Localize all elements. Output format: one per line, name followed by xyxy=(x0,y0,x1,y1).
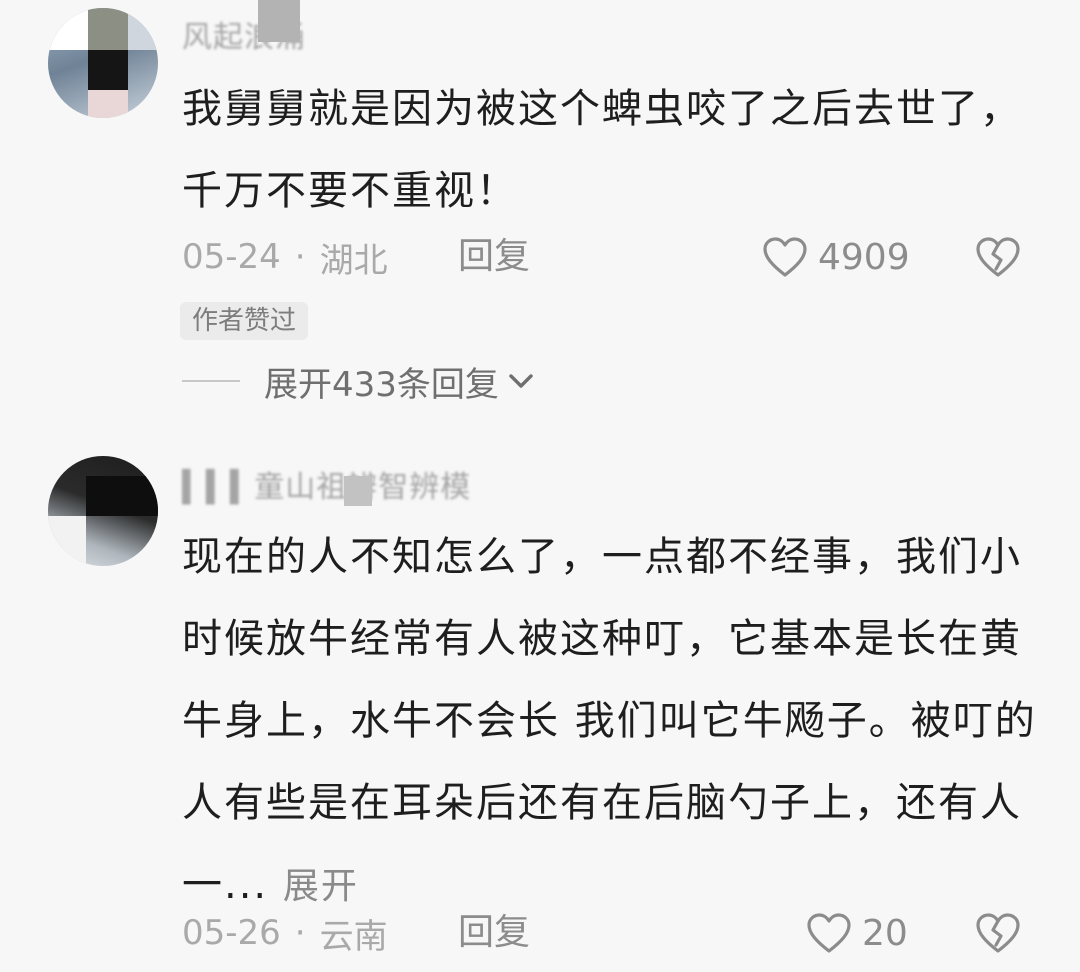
like-count: 4909 xyxy=(818,236,910,278)
redaction-block xyxy=(258,0,300,42)
comment-date: 05-26 xyxy=(182,913,281,953)
mosaic-block xyxy=(88,50,128,90)
comment-meta: 05-26 · 云南 xyxy=(182,908,388,958)
meta-separator: · xyxy=(294,237,306,277)
comment-date: 05-24 xyxy=(182,237,281,277)
comment-item: ▍▍▍童山祖辨智辨模 现在的人不知怎么了，一点都不经事，我们小时候放牛经常有人被… xyxy=(0,440,1080,972)
comment-text: 现在的人不知怎么了，一点都不经事，我们小时候放牛经常有人被这种叮，它基本是长在黄… xyxy=(182,516,1042,928)
author-liked-badge: 作者赞过 xyxy=(180,302,309,340)
like-button[interactable]: 4909 xyxy=(762,232,910,282)
like-button[interactable]: 20 xyxy=(806,908,908,958)
expand-replies-button[interactable]: 展开433条回复 xyxy=(182,356,535,406)
comment-text: 我舅舅就是因为被这个蜱虫咬了之后去世了，千万不要不重视！ xyxy=(182,86,1022,214)
dislike-button[interactable] xyxy=(974,232,1022,282)
mosaic-block xyxy=(128,8,158,50)
expand-replies-label: 展开433条回复 xyxy=(264,364,499,405)
reply-button[interactable]: 回复 xyxy=(458,908,530,958)
meta-separator: · xyxy=(294,913,306,953)
comment-item: 风起浪涌 我舅舅就是因为被这个蜱虫咬了之后去世了，千万不要不重视！ 05-24 … xyxy=(0,0,1080,440)
expand-text-button[interactable]: 展开 xyxy=(283,866,359,907)
mosaic-block xyxy=(88,8,128,50)
chevron-down-icon xyxy=(509,374,533,388)
like-count: 20 xyxy=(862,912,908,954)
mosaic-block xyxy=(86,476,158,516)
comment-text-content: 现在的人不知怎么了，一点都不经事，我们小时候放牛经常有人被这种叮，它基本是长在黄… xyxy=(182,534,1037,908)
heart-outline-icon xyxy=(763,237,807,277)
divider-line xyxy=(182,380,240,382)
comment-location: 湖北 xyxy=(319,240,388,281)
comment-meta: 05-24 · 湖北 xyxy=(182,232,388,282)
comment-location: 云南 xyxy=(319,916,388,957)
broken-heart-icon xyxy=(976,913,1020,953)
heart-outline-icon xyxy=(807,913,851,953)
avatar[interactable] xyxy=(48,456,158,566)
dislike-button[interactable] xyxy=(974,908,1022,958)
mosaic-block xyxy=(88,90,128,118)
reply-button[interactable]: 回复 xyxy=(458,232,530,282)
username[interactable]: ▍▍▍童山祖辨智辨模 xyxy=(182,468,652,508)
mosaic-block xyxy=(48,8,88,50)
mosaic-block xyxy=(48,516,86,566)
broken-heart-icon xyxy=(976,237,1020,277)
avatar[interactable] xyxy=(48,8,158,118)
redaction-block xyxy=(344,476,372,506)
